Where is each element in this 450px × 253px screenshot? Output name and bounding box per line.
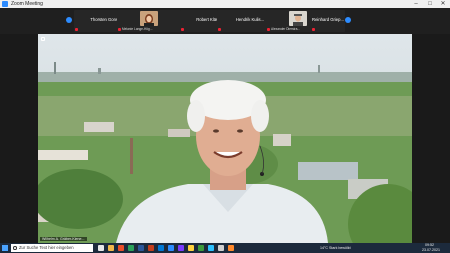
task-view-icon[interactable] — [98, 245, 104, 251]
minimize-button[interactable]: – — [409, 0, 423, 8]
app-icon[interactable] — [218, 245, 224, 251]
mic-muted-icon — [181, 28, 184, 31]
windows-start-icon[interactable] — [2, 245, 8, 251]
participant-strip: Thorsten Gonsk... Melanie Lange-Hög... R… — [0, 8, 450, 34]
teams-icon[interactable] — [178, 245, 184, 251]
window-titlebar: Zoom Meeting – □ ✕ — [0, 0, 450, 8]
mic-muted-icon — [267, 28, 270, 31]
mic-muted-icon — [312, 28, 315, 31]
mic-muted-icon — [75, 28, 78, 31]
clock-date[interactable]: 23.07.2021 — [422, 248, 440, 253]
outlook-icon[interactable] — [158, 245, 164, 251]
speaker-name-label: Wilhelm A. Gräber-Kiene... — [40, 237, 87, 241]
mic-muted-icon — [118, 28, 121, 31]
browser-icon[interactable] — [118, 245, 124, 251]
zoom-taskbar-icon[interactable] — [168, 245, 174, 251]
search-placeholder: Zur Suche Text hier eingeben — [19, 245, 74, 250]
excel-icon[interactable] — [128, 245, 134, 251]
word-icon[interactable] — [138, 245, 144, 251]
search-icon — [13, 246, 17, 250]
active-speaker-video: Wilhelm A. Gräber-Kiene... — [38, 34, 412, 243]
participant-tile[interactable]: Reinhard Griep... — [311, 10, 345, 32]
participant-video — [289, 11, 307, 26]
participant-name: Reinhard Griep... — [312, 17, 344, 22]
zoom-app-icon — [2, 1, 8, 7]
windows-taskbar: Zur Suche Text hier eingeben 14°C Stark … — [0, 243, 450, 253]
participant-tile[interactable]: Melanie Lange-Hög... — [117, 10, 183, 32]
app-icon[interactable] — [198, 245, 204, 251]
weather-status[interactable]: 14°C Stark bewölkt — [320, 243, 351, 253]
powerpoint-icon[interactable] — [148, 245, 154, 251]
close-button[interactable]: ✕ — [436, 0, 450, 8]
previous-page-icon[interactable] — [66, 17, 72, 23]
video-options-icon[interactable] — [41, 37, 45, 41]
app-icon[interactable] — [208, 245, 214, 251]
participant-video — [140, 11, 158, 26]
mic-muted-icon — [218, 28, 221, 31]
participant-caption: Melanie Lange-Hög... — [122, 27, 153, 31]
window-title: Zoom Meeting — [11, 1, 43, 7]
participant-caption: Alexander Dierstra... — [271, 27, 301, 31]
next-page-icon[interactable] — [345, 17, 351, 23]
file-explorer-icon[interactable] — [108, 245, 114, 251]
maximize-button[interactable]: □ — [423, 0, 437, 8]
app-icon[interactable] — [228, 245, 234, 251]
taskbar-search-box[interactable]: Zur Suche Text hier eingeben — [11, 244, 93, 252]
notes-icon[interactable] — [188, 245, 194, 251]
